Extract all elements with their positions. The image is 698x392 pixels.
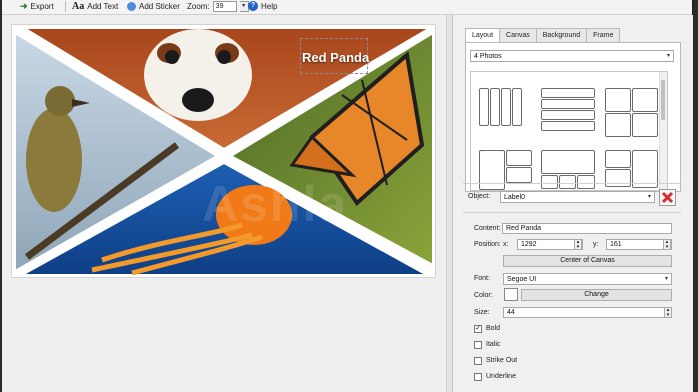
- layout-option[interactable]: [506, 167, 532, 183]
- export-label: Export: [30, 1, 54, 11]
- window-edge-right: [693, 0, 698, 392]
- delete-object-button[interactable]: [659, 189, 676, 206]
- content-input[interactable]: Red Panda: [502, 223, 672, 234]
- layout-option[interactable]: [501, 88, 511, 126]
- divider: [463, 212, 681, 213]
- toolbar-separator: [65, 1, 66, 12]
- layout-option[interactable]: [490, 88, 500, 126]
- color-swatch[interactable]: [504, 288, 518, 301]
- layout-option[interactable]: [632, 113, 658, 137]
- layout-option[interactable]: [479, 88, 489, 126]
- help-label: Help: [261, 1, 278, 11]
- center-of-canvas-button[interactable]: Center of Canvas: [503, 255, 672, 267]
- layout-option[interactable]: [541, 99, 595, 109]
- layout-tab-content: 4 Photos ▾: [465, 42, 681, 192]
- layout-option[interactable]: [541, 88, 595, 98]
- position-label: Position:: [474, 241, 501, 248]
- scroll-thumb[interactable]: [661, 80, 665, 120]
- strikeout-checkbox[interactable]: [474, 357, 482, 365]
- zoom-label: Zoom:: [187, 1, 210, 11]
- layout-option[interactable]: [479, 150, 505, 190]
- y-label: y:: [593, 241, 599, 248]
- change-color-button[interactable]: Change: [521, 289, 672, 301]
- layout-option[interactable]: [541, 175, 558, 189]
- layout-option[interactable]: [512, 88, 522, 126]
- photo-collage[interactable]: Ashla Red Panda: [12, 25, 435, 277]
- panel-tabs: Layout Canvas Background Frame: [465, 28, 621, 43]
- toolbar: ➜ Export Aa Add Text Add Sticker Zoom: 3…: [2, 0, 692, 15]
- canvas-text-label[interactable]: Red Panda: [302, 50, 369, 65]
- add-sticker-label: Add Sticker: [139, 1, 180, 11]
- add-text-label: Add Text: [87, 1, 119, 11]
- tab-canvas[interactable]: Canvas: [499, 28, 537, 42]
- layout-option[interactable]: [605, 169, 631, 187]
- layout-option[interactable]: [605, 113, 631, 137]
- strikeout-label: Strike Out: [486, 357, 518, 364]
- object-label: Object:: [468, 193, 491, 200]
- properties-panel: Layout Canvas Background Frame 4 Photos …: [452, 15, 693, 392]
- size-input[interactable]: 44: [503, 307, 672, 318]
- canvas-area: Ashla Red Panda: [2, 15, 448, 392]
- layout-option[interactable]: [632, 88, 658, 112]
- tab-frame[interactable]: Frame: [586, 28, 621, 42]
- font-value: Segoe UI: [507, 276, 537, 283]
- delete-icon: [661, 191, 674, 204]
- export-icon: ➜: [20, 0, 28, 11]
- photo-count-value: 4 Photos: [474, 53, 502, 60]
- bold-checkbox[interactable]: ✓: [474, 325, 482, 333]
- position-y-stepper[interactable]: ▴ ▾: [663, 239, 671, 250]
- chevron-down-icon: ▾: [647, 194, 651, 200]
- zoom-input[interactable]: 39: [212, 0, 237, 12]
- chevron-down-icon: ▾: [664, 276, 668, 282]
- object-select[interactable]: Label0 ▾: [500, 191, 655, 203]
- italic-label: Italic: [486, 341, 501, 348]
- export-button[interactable]: ➜ Export: [20, 0, 54, 12]
- layout-scrollbar[interactable]: [659, 72, 667, 190]
- layout-option[interactable]: [506, 150, 532, 166]
- photo-count-select[interactable]: 4 Photos ▾: [470, 50, 674, 62]
- underline-checkbox[interactable]: [474, 373, 482, 381]
- bold-label: Bold: [486, 325, 501, 332]
- size-stepper[interactable]: ▴ ▾: [664, 307, 672, 318]
- help-button[interactable]: ? Help: [248, 0, 277, 12]
- layout-option[interactable]: [541, 110, 595, 120]
- tab-layout[interactable]: Layout: [465, 28, 501, 43]
- watermark: Ashla: [202, 176, 349, 232]
- font-select[interactable]: Segoe UI ▾: [503, 273, 672, 285]
- chevron-down-icon: ▾: [666, 53, 670, 59]
- layout-option[interactable]: [541, 150, 595, 174]
- underline-label: Underline: [486, 373, 516, 380]
- layout-option[interactable]: [605, 88, 631, 112]
- sticker-icon: [127, 1, 136, 11]
- zoom-control: Zoom: 39 ▾: [187, 0, 249, 12]
- font-label: Font:: [474, 275, 490, 282]
- bird-body: [26, 108, 82, 212]
- divider: [463, 183, 681, 184]
- layout-thumbnails: [470, 71, 668, 191]
- content-label: Content:: [474, 225, 501, 232]
- help-icon: ?: [248, 1, 258, 11]
- add-sticker-button[interactable]: Add Sticker: [127, 0, 180, 12]
- text-icon: Aa: [72, 0, 85, 12]
- object-value: Label0: [504, 194, 526, 201]
- x-label: x:: [503, 241, 509, 248]
- collage-photos: [14, 27, 434, 276]
- size-label: Size:: [474, 309, 490, 316]
- color-label: Color:: [474, 292, 493, 299]
- tab-background[interactable]: Background: [535, 28, 588, 42]
- position-x-stepper[interactable]: ▴ ▾: [574, 239, 582, 250]
- add-text-button[interactable]: Aa Add Text: [72, 0, 118, 12]
- layout-option[interactable]: [605, 150, 631, 168]
- layout-option[interactable]: [541, 121, 595, 131]
- layout-option[interactable]: [559, 175, 576, 189]
- layout-option[interactable]: [577, 175, 595, 189]
- italic-checkbox[interactable]: [474, 341, 482, 349]
